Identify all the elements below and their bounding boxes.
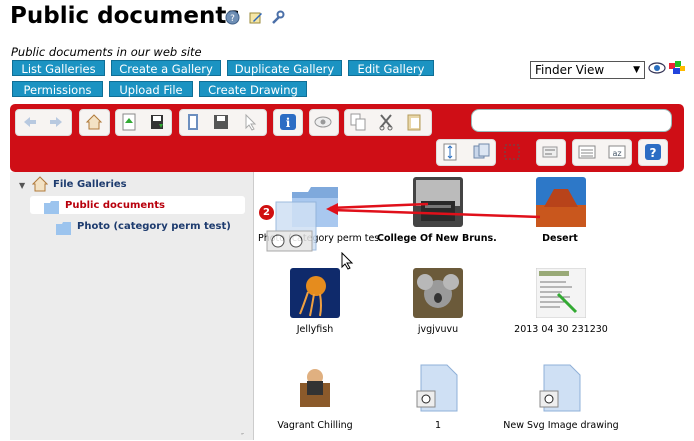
file-label: Desert xyxy=(542,233,578,244)
file-thumb-file[interactable] xyxy=(536,363,586,413)
toolbar-help-icon[interactable]: ? xyxy=(643,142,663,162)
open-icon[interactable] xyxy=(183,112,203,132)
cursor-icon xyxy=(341,251,355,270)
edit-gallery-button[interactable]: Edit Gallery xyxy=(348,60,434,76)
rename-icon[interactable] xyxy=(540,142,560,162)
file-label: Vagrant Chilling xyxy=(277,420,353,431)
folder-icon xyxy=(44,199,60,214)
preview-icon[interactable] xyxy=(313,112,333,132)
svg-text:az: az xyxy=(612,149,621,158)
select-icon[interactable] xyxy=(240,112,260,132)
home-icon[interactable] xyxy=(84,112,104,132)
upload-file-button[interactable]: Upload File xyxy=(109,81,193,97)
wrench-icon[interactable] xyxy=(270,10,285,25)
folder-icon xyxy=(56,220,72,235)
list-view-icon[interactable] xyxy=(577,142,597,162)
duplicate-gallery-button[interactable]: Duplicate Gallery xyxy=(227,60,342,76)
create-gallery-button[interactable]: Create a Gallery xyxy=(111,60,221,76)
sort-icon[interactable] xyxy=(440,142,460,162)
tree-item-file-galleries[interactable]: File Galleries xyxy=(53,179,127,190)
list-galleries-button[interactable]: List Galleries xyxy=(12,60,105,76)
tree-expand-icon[interactable]: ▼ xyxy=(19,181,25,190)
drag-arrows xyxy=(326,202,541,219)
paste-icon[interactable] xyxy=(404,112,424,132)
file-thumb-file[interactable] xyxy=(413,363,463,413)
save-icon[interactable] xyxy=(211,112,231,132)
file-thumb-image[interactable] xyxy=(413,268,463,318)
page-title: Public documents xyxy=(10,3,240,29)
eye-icon[interactable] xyxy=(648,60,666,76)
copy-icon[interactable] xyxy=(348,112,368,132)
file-label: 1 xyxy=(434,420,442,431)
marquee-icon[interactable] xyxy=(502,142,522,162)
sort-alpha-icon[interactable]: az xyxy=(607,142,627,162)
tree-item-photo[interactable]: Photo (category perm test) xyxy=(77,221,231,232)
back-icon[interactable] xyxy=(20,112,40,132)
tree-item-public-documents[interactable]: Public documents xyxy=(65,200,165,211)
svg-text:i: i xyxy=(286,116,291,130)
file-label: New Svg Image drawing xyxy=(503,420,619,431)
svg-text:?: ? xyxy=(230,14,235,24)
search-input[interactable] xyxy=(471,109,672,132)
file-thumb-image[interactable] xyxy=(290,363,340,413)
info-icon[interactable]: i xyxy=(278,112,298,132)
file-label: College Of New Bruns... xyxy=(377,233,497,244)
page-description: Public documents in our web site xyxy=(11,45,202,59)
drag-count-badge: 2 xyxy=(259,205,274,220)
dropdown-arrow-icon: ▼ xyxy=(633,65,640,75)
help-icon[interactable]: ? xyxy=(225,10,240,25)
upload-icon[interactable] xyxy=(119,112,139,132)
file-label: jvgjvuvu xyxy=(417,324,459,335)
forward-icon[interactable] xyxy=(46,112,66,132)
home-tree-icon xyxy=(31,176,49,192)
file-label: 2013 04 30 231230 xyxy=(514,324,608,335)
palette-icon[interactable] xyxy=(668,60,686,76)
view-select-value: Finder View xyxy=(535,63,605,77)
permissions-button[interactable]: Permissions xyxy=(12,81,103,97)
svg-text:?: ? xyxy=(650,146,657,160)
cut-icon[interactable] xyxy=(376,112,396,132)
edit-icon[interactable] xyxy=(248,10,263,25)
download-icon[interactable] xyxy=(147,112,167,132)
duplicate-icon[interactable] xyxy=(472,142,492,162)
view-select[interactable]: Finder View ▼ xyxy=(530,61,645,79)
file-label: Jellyfish xyxy=(296,324,334,335)
create-drawing-button[interactable]: Create Drawing xyxy=(199,81,307,97)
file-thumb-image[interactable] xyxy=(290,268,340,318)
file-thumb-image[interactable] xyxy=(535,267,587,319)
